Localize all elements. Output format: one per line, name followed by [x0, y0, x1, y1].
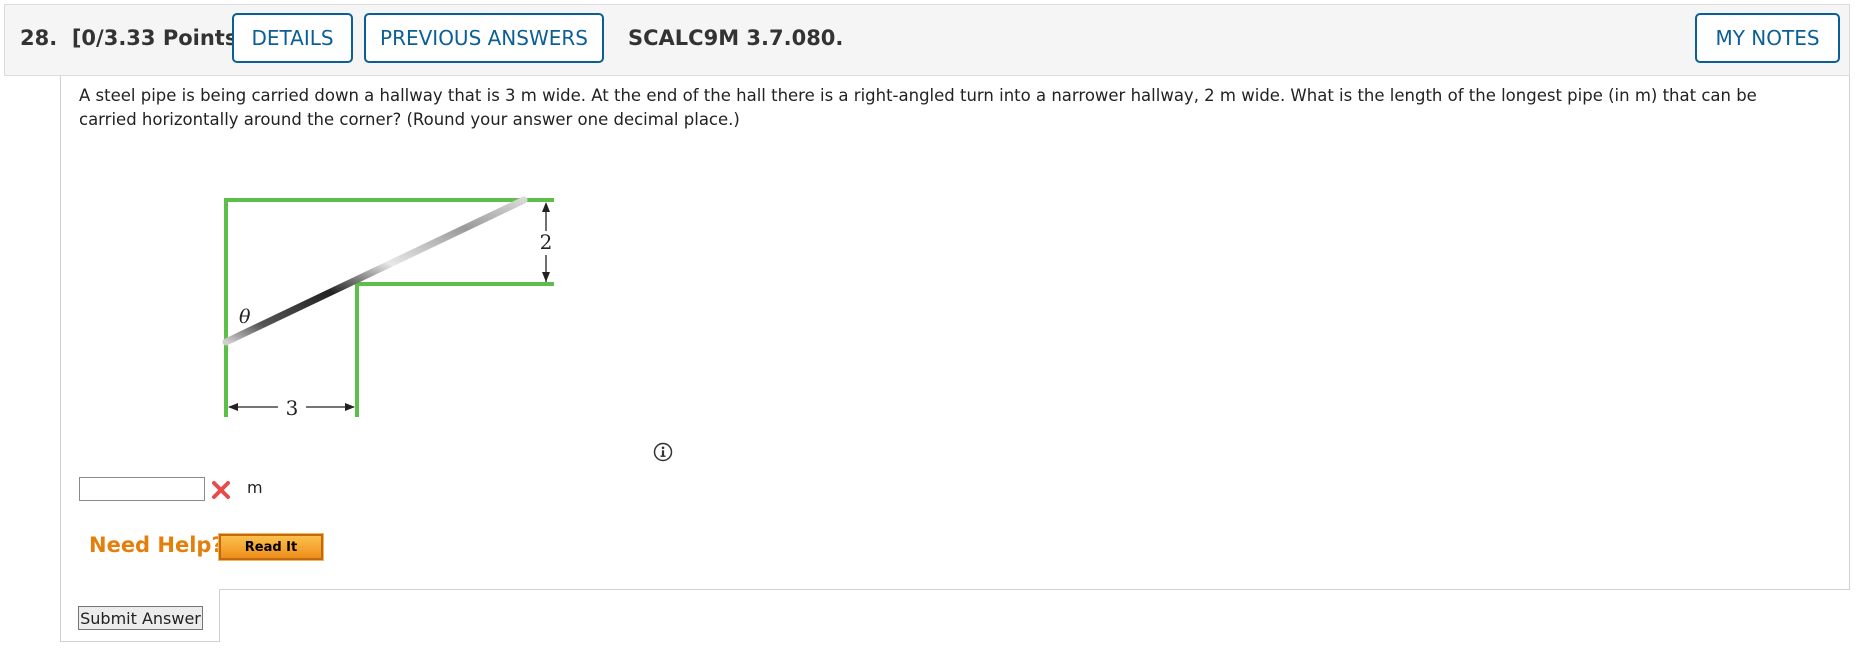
- question-number: 28.: [20, 26, 58, 50]
- question-points: [0/3.33 Points]: [71, 26, 247, 50]
- steel-pipe: [222, 196, 528, 346]
- read-it-button[interactable]: Read It: [218, 533, 324, 561]
- x-icon: [212, 481, 230, 499]
- problem-code: SCALC9M 3.7.080.: [628, 26, 844, 50]
- width-label: 3: [286, 396, 299, 420]
- submit-answer-button[interactable]: Submit Answer: [78, 606, 203, 630]
- question-header-title: 28. [0/3.33 Points]: [20, 26, 247, 50]
- height-arrow-down-icon: [542, 272, 550, 282]
- inner-wall: [355, 282, 554, 417]
- question-text: A steel pipe is being carried down a hal…: [79, 86, 1757, 129]
- height-arrow-up-icon: [542, 202, 550, 212]
- need-help-label: Need Help?: [89, 533, 224, 557]
- previous-answers-button[interactable]: PREVIOUS ANSWERS: [364, 13, 604, 63]
- hallway-diagram: θ 2 3: [222, 196, 556, 420]
- width-arrow-right-icon: [345, 403, 355, 411]
- angle-label: θ: [239, 306, 251, 328]
- answer-input[interactable]: [79, 477, 205, 501]
- details-button[interactable]: DETAILS: [232, 13, 353, 63]
- width-arrow-left-icon: [228, 403, 238, 411]
- answer-unit: m: [247, 478, 263, 497]
- my-notes-button[interactable]: MY NOTES: [1695, 13, 1840, 63]
- info-icon[interactable]: [653, 442, 673, 462]
- hallway-figure: θ 2 3: [200, 185, 580, 429]
- outer-wall: [224, 198, 554, 417]
- height-label: 2: [540, 230, 553, 254]
